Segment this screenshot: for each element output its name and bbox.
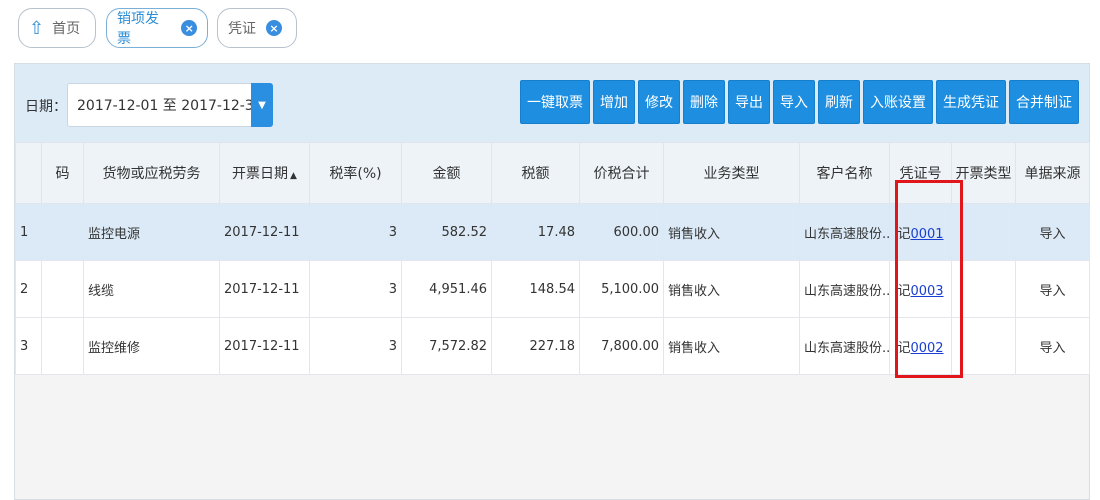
tab-bar: ⇧ 首页 销项发票 × 凭证 × — [0, 0, 1100, 60]
invoice-table: 码 货物或应税劳务 开票日期 ▲ 税率(%) 金额 税额 价税合计 业务类型 客户… — [15, 142, 1090, 375]
row-number: 3 — [15, 317, 42, 375]
cell-amount: 7,572.82 — [401, 317, 492, 375]
refresh-button[interactable]: 刷新 — [818, 80, 860, 124]
table-header-row: 码 货物或应税劳务 开票日期 ▲ 税率(%) 金额 税额 价税合计 业务类型 客户… — [15, 142, 1090, 204]
row-number: 2 — [15, 260, 42, 318]
cell-amount: 4,951.46 — [401, 260, 492, 318]
delete-button[interactable]: 删除 — [683, 80, 725, 124]
cell-invoice-type — [951, 203, 1016, 261]
cell-goods: 监控维修 — [83, 317, 220, 375]
cell-tax: 148.54 — [491, 260, 580, 318]
cell-total: 7,800.00 — [579, 317, 664, 375]
voucher-link[interactable]: 0001 — [910, 227, 943, 242]
cell-invoice-type — [951, 317, 1016, 375]
chevron-down-icon[interactable]: ▼ — [251, 83, 273, 127]
cell-total: 600.00 — [579, 203, 664, 261]
cell-customer: 山东高速股份... — [799, 317, 890, 375]
column-header-customer[interactable]: 客户名称 — [799, 142, 890, 204]
cell-goods: 线缆 — [83, 260, 220, 318]
toolbar: 日期： 2017-12-01 至 2017-12-31 ▼ 一键取票 增加 修改… — [15, 64, 1089, 142]
fetch-invoice-button[interactable]: 一键取票 — [520, 80, 590, 124]
date-range-select[interactable]: 2017-12-01 至 2017-12-31 ▼ — [67, 83, 273, 127]
column-header-goods[interactable]: 货物或应税劳务 — [83, 142, 220, 204]
column-header-date[interactable]: 开票日期 ▲ — [219, 142, 310, 204]
cell-biz-type: 销售收入 — [663, 317, 800, 375]
cell-date: 2017-12-11 — [219, 260, 310, 318]
column-header-date-label: 开票日期 — [232, 166, 289, 182]
voucher-prefix: 记 — [897, 340, 911, 356]
cell-code — [41, 203, 84, 261]
tab-voucher-label: 凭证 — [228, 21, 256, 37]
sort-asc-icon: ▲ — [290, 171, 297, 181]
tab-voucher[interactable]: 凭证 × — [217, 8, 297, 48]
column-header-voucher[interactable]: 凭证号 — [889, 142, 952, 204]
cell-date: 2017-12-11 — [219, 203, 310, 261]
cell-invoice-type — [951, 260, 1016, 318]
voucher-link[interactable]: 0002 — [910, 341, 943, 356]
table-row[interactable]: 2 线缆 2017-12-11 3 4,951.46 148.54 5,100.… — [15, 260, 1090, 318]
row-number: 1 — [15, 203, 42, 261]
cell-code — [41, 260, 84, 318]
cell-code — [41, 317, 84, 375]
posting-settings-button[interactable]: 入账设置 — [863, 80, 933, 124]
cell-total: 5,100.00 — [579, 260, 664, 318]
cell-date: 2017-12-11 — [219, 317, 310, 375]
main-panel: 日期： 2017-12-01 至 2017-12-31 ▼ 一键取票 增加 修改… — [14, 63, 1090, 500]
cell-source: 导入 — [1015, 203, 1090, 261]
cell-source: 导入 — [1015, 317, 1090, 375]
cell-customer: 山东高速股份... — [799, 260, 890, 318]
cell-voucher: 记0002 — [889, 317, 952, 375]
column-header-code[interactable]: 码 — [41, 142, 84, 204]
column-header-rate[interactable]: 税率(%) — [309, 142, 402, 204]
cell-source: 导入 — [1015, 260, 1090, 318]
tab-sales-invoice-label: 销项发票 — [117, 11, 159, 47]
column-header-source[interactable]: 单据来源 — [1015, 142, 1090, 204]
cell-voucher: 记0001 — [889, 203, 952, 261]
cell-customer: 山东高速股份... — [799, 203, 890, 261]
table-row[interactable]: 1 监控电源 2017-12-11 3 582.52 17.48 600.00 … — [15, 203, 1090, 261]
column-header-amount[interactable]: 金额 — [401, 142, 492, 204]
voucher-prefix: 记 — [897, 226, 911, 242]
cell-tax: 227.18 — [491, 317, 580, 375]
column-header-biz-type[interactable]: 业务类型 — [663, 142, 800, 204]
close-icon[interactable]: × — [181, 20, 197, 36]
close-icon[interactable]: × — [266, 20, 282, 36]
voucher-prefix: 记 — [897, 283, 911, 299]
export-button[interactable]: 导出 — [728, 80, 770, 124]
column-header-tax[interactable]: 税额 — [491, 142, 580, 204]
column-header-rownum — [15, 142, 42, 204]
edit-button[interactable]: 修改 — [638, 80, 680, 124]
date-range-value: 2017-12-01 至 2017-12-31 — [77, 98, 263, 114]
date-label: 日期： — [25, 99, 67, 115]
cell-rate: 3 — [309, 317, 402, 375]
generate-voucher-button[interactable]: 生成凭证 — [936, 80, 1006, 124]
action-buttons: 一键取票 增加 修改 删除 导出 导入 刷新 入账设置 生成凭证 合并制证 — [520, 80, 1079, 124]
cell-rate: 3 — [309, 260, 402, 318]
column-header-invoice-type[interactable]: 开票类型 — [951, 142, 1016, 204]
voucher-link[interactable]: 0003 — [910, 284, 943, 299]
cell-goods: 监控电源 — [83, 203, 220, 261]
cell-rate: 3 — [309, 203, 402, 261]
cell-amount: 582.52 — [401, 203, 492, 261]
add-button[interactable]: 增加 — [593, 80, 635, 124]
tab-home[interactable]: ⇧ 首页 — [18, 8, 96, 48]
table-row[interactable]: 3 监控维修 2017-12-11 3 7,572.82 227.18 7,80… — [15, 317, 1090, 375]
cell-voucher: 记0003 — [889, 260, 952, 318]
cell-tax: 17.48 — [491, 203, 580, 261]
merge-voucher-button[interactable]: 合并制证 — [1009, 80, 1079, 124]
home-icon: ⇧ — [29, 17, 45, 39]
cell-biz-type: 销售收入 — [663, 260, 800, 318]
tab-home-label: 首页 — [52, 21, 81, 37]
cell-biz-type: 销售收入 — [663, 203, 800, 261]
column-header-total[interactable]: 价税合计 — [579, 142, 664, 204]
import-button[interactable]: 导入 — [773, 80, 815, 124]
tab-sales-invoice[interactable]: 销项发票 × — [106, 8, 208, 48]
